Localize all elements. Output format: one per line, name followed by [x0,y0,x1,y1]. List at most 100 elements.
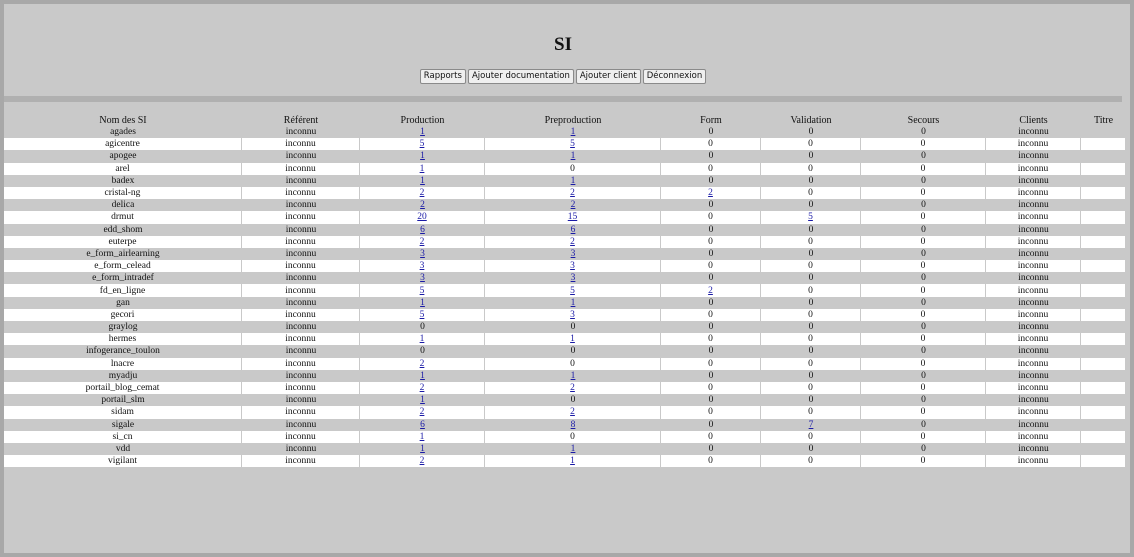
count-link-prod[interactable]: 5 [420,310,425,320]
table-row: infogerance_toulon inconnu 0 0 0 0 0 inconnu [4,345,1126,358]
cell-name: graylog [4,321,242,334]
count-link-prod[interactable]: 1 [420,395,425,405]
cell-preprod: 1 [485,296,661,309]
count-link-preprod[interactable]: 2 [570,383,575,393]
count-link-prod[interactable]: 2 [420,407,425,417]
cell-prod: 5 [360,284,485,297]
count-link-prod[interactable]: 5 [420,286,425,296]
count-link-preprod[interactable]: 5 [570,286,575,296]
count-link-preprod[interactable]: 2 [570,407,575,417]
count-link-prod[interactable]: 1 [420,151,425,161]
cell-titre [1081,162,1126,175]
count-link-preprod[interactable]: 1 [571,151,576,161]
cell-clients: inconnu [986,211,1081,224]
count-link-preprod[interactable]: 1 [571,176,576,186]
cell-clients: inconnu [986,394,1081,407]
cell-valid: 0 [761,223,861,236]
cell-clients: inconnu [986,126,1081,139]
cell-name: arel [4,162,242,175]
cell-secours: 0 [861,455,986,468]
add-client-button[interactable]: Ajouter client [575,69,641,84]
count-link-preprod[interactable]: 3 [570,261,575,271]
cell-form: 2 [661,284,761,297]
count-link-preprod[interactable]: 5 [570,139,575,149]
count-link-preprod[interactable]: 3 [571,249,576,259]
count-link-preprod[interactable]: 2 [570,188,575,198]
count-link-preprod[interactable]: 1 [570,334,575,344]
cell-valid: 0 [761,138,861,151]
cell-preprod: 2 [485,406,661,419]
count-link-preprod[interactable]: 1 [571,298,576,308]
count-link-prod[interactable]: 1 [420,176,425,186]
count-link-preprod[interactable]: 1 [571,127,576,137]
cell-name: lnacre [4,357,242,370]
cell-prod: 1 [360,442,485,456]
count-link-valid[interactable]: 7 [809,420,814,430]
count-link-preprod[interactable]: 1 [571,371,576,381]
cell-name: portail_blog_cemat [4,381,242,395]
count-link-prod[interactable]: 5 [420,139,425,149]
count-link-preprod[interactable]: 8 [571,420,576,430]
count-link-prod[interactable]: 1 [420,432,425,442]
cell-secours: 0 [861,406,986,419]
cell-name: edd_shom [4,223,242,236]
count-link-prod[interactable]: 2 [420,188,425,198]
cell-name: sidam [4,406,242,419]
count-link-prod[interactable]: 2 [420,456,425,466]
count-link-valid[interactable]: 5 [808,212,813,222]
logout-button[interactable]: Déconnexion [642,69,707,84]
cell-form: 0 [661,308,761,321]
count-link-prod[interactable]: 6 [420,420,425,430]
count-link-prod[interactable]: 6 [420,225,425,235]
table-row: fd_en_ligne inconnu 5 5 2 0 0 inconnu [4,284,1126,297]
count-link-preprod[interactable]: 1 [570,456,575,466]
count-link-form[interactable]: 2 [708,188,713,198]
cell-prod: 1 [360,174,485,187]
count-link-prod[interactable]: 3 [420,249,425,259]
count-link-prod[interactable]: 1 [420,334,425,344]
table-row: agicentre inconnu 5 5 0 0 0 inconnu [4,138,1126,151]
count-link-prod[interactable]: 1 [420,444,425,454]
cell-valid: 0 [761,235,861,248]
count-link-preprod[interactable]: 3 [571,273,576,283]
cell-preprod: 3 [485,272,661,285]
count-link-prod[interactable]: 3 [420,261,425,271]
rapports-button[interactable]: Rapports [419,69,466,84]
count-link-preprod[interactable]: 2 [570,237,575,247]
count-link-preprod[interactable]: 3 [570,310,575,320]
count-link-prod[interactable]: 2 [420,359,425,369]
table-row: arel inconnu 1 0 0 0 0 inconnu [4,162,1126,175]
cell-form: 0 [661,381,761,395]
cell-ref: inconnu [242,284,360,297]
cell-ref: inconnu [242,223,360,236]
cell-name: myadju [4,369,242,382]
count-link-prod[interactable]: 1 [420,164,425,174]
cell-secours: 0 [861,174,986,187]
count-link-preprod[interactable]: 6 [571,225,576,235]
count-link-preprod[interactable]: 2 [571,200,576,210]
count-link-form[interactable]: 2 [708,286,713,296]
cell-form: 0 [661,150,761,163]
cell-form: 0 [661,211,761,224]
cell-titre [1081,369,1126,382]
cell-titre [1081,247,1126,261]
add-documentation-button[interactable]: Ajouter documentation [467,69,574,84]
count-link-prod[interactable]: 2 [420,237,425,247]
count-link-preprod[interactable]: 1 [571,444,576,454]
cell-prod: 1 [360,162,485,175]
count-link-prod[interactable]: 1 [420,371,425,381]
count-link-prod[interactable]: 1 [420,127,425,137]
cell-form: 0 [661,369,761,382]
cell-clients: inconnu [986,186,1081,200]
cell-prod: 2 [360,455,485,468]
cell-ref: inconnu [242,126,360,139]
count-link-prod[interactable]: 20 [417,212,427,222]
count-link-prod[interactable]: 2 [420,200,425,210]
count-link-preprod[interactable]: 15 [568,212,578,222]
cell-form: 0 [661,345,761,358]
count-link-prod[interactable]: 2 [420,383,425,393]
cell-prod: 2 [360,406,485,419]
count-link-prod[interactable]: 3 [420,273,425,283]
cell-preprod: 6 [485,223,661,236]
count-link-prod[interactable]: 1 [420,298,425,308]
